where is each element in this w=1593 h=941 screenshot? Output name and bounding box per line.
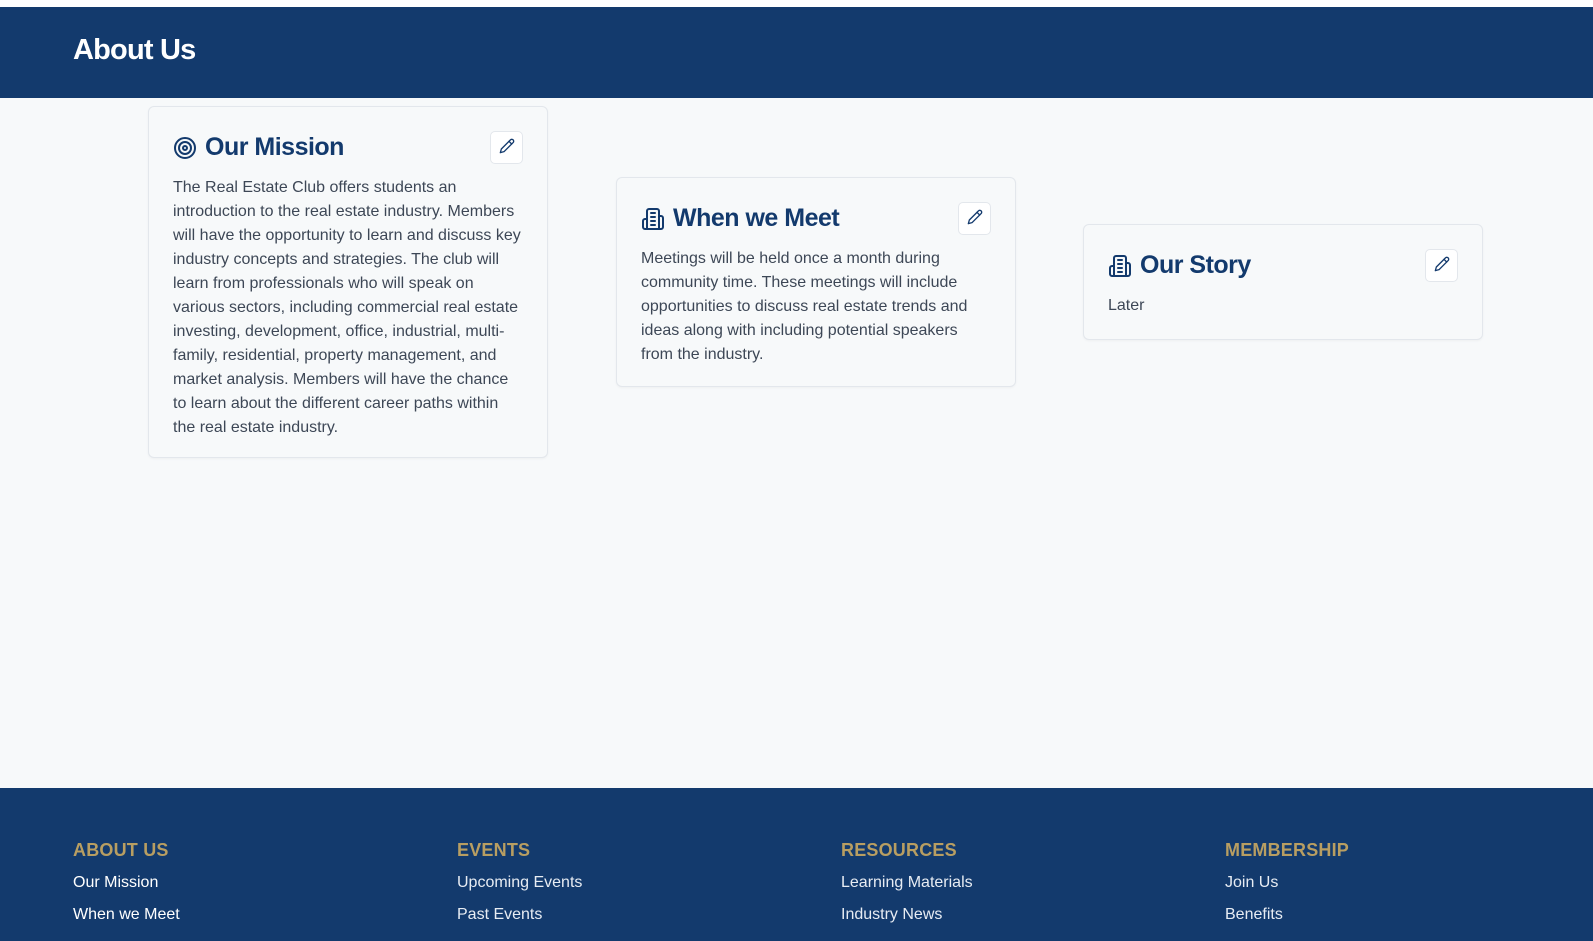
card-header: When we Meet: [641, 202, 991, 236]
edit-button[interactable]: [958, 202, 991, 235]
card-title: Our Story: [1140, 251, 1251, 279]
card-title: When we Meet: [673, 204, 840, 232]
footer-link-our-mission[interactable]: Our Mission: [73, 874, 373, 894]
edit-button[interactable]: [1425, 249, 1458, 282]
card-when-we-meet: When we Meet Meetings will be held once …: [616, 177, 1016, 387]
footer-column-membership: MEMBERSHIP Join Us Benefits: [1225, 840, 1525, 926]
footer-column-events: EVENTS Upcoming Events Past Events: [457, 840, 757, 926]
pencil-icon: [499, 138, 515, 157]
card-our-story: Our Story Later: [1083, 224, 1483, 340]
card-text: Later: [1108, 297, 1145, 314]
footer-link-industry-news[interactable]: Industry News: [841, 906, 1141, 926]
footer-heading: MEMBERSHIP: [1225, 840, 1350, 860]
page-title: About Us: [73, 34, 196, 66]
pencil-icon: [967, 209, 983, 228]
footer-link-past-events[interactable]: Past Events: [457, 906, 757, 926]
footer-column-resources: RESOURCES Learning Materials Industry Ne…: [841, 840, 1141, 926]
card-header: Our Story: [1108, 249, 1458, 283]
card-title: Our Mission: [205, 133, 344, 161]
target-icon: [173, 136, 197, 160]
building-icon: [1108, 254, 1132, 278]
footer-column-about-us: ABOUT US Our Mission When we Meet: [73, 840, 373, 926]
footer-heading: EVENTS: [457, 840, 531, 860]
footer-heading: RESOURCES: [841, 840, 957, 860]
building-icon: [641, 207, 665, 231]
card-text: Meetings will be held once a month durin…: [641, 250, 968, 363]
footer-link-upcoming-events[interactable]: Upcoming Events: [457, 874, 757, 894]
top-strip: [0, 0, 1593, 7]
footer-link-learning-materials[interactable]: Learning Materials: [841, 874, 1141, 894]
pencil-icon: [1434, 256, 1450, 275]
card-our-mission: Our Mission The Real Estate Club offers …: [148, 106, 548, 458]
card-text: The Real Estate Club offers students an …: [173, 179, 521, 436]
footer-link-join-us[interactable]: Join Us: [1225, 874, 1525, 894]
edit-button[interactable]: [490, 131, 523, 164]
site-footer: ABOUT US Our Mission When we Meet EVENTS…: [0, 788, 1593, 941]
footer-link-when-we-meet[interactable]: When we Meet: [73, 906, 373, 926]
card-header: Our Mission: [173, 131, 523, 165]
page-header: About Us: [0, 7, 1593, 98]
footer-heading: ABOUT US: [73, 840, 169, 860]
footer-link-benefits[interactable]: Benefits: [1225, 906, 1525, 926]
